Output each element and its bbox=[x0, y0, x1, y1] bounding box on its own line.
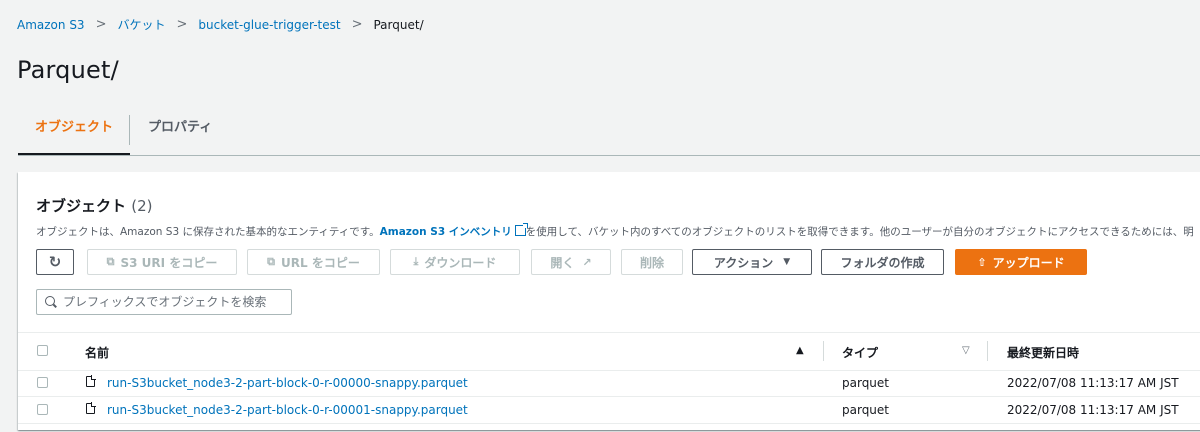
refresh-icon: ↻ bbox=[48, 253, 62, 271]
tab-divider bbox=[129, 115, 130, 145]
object-name-link[interactable]: run-S3bucket_node3-2-part-block-0-r-0000… bbox=[107, 376, 468, 390]
select-all-checkbox[interactable] bbox=[37, 345, 48, 356]
inventory-link[interactable]: Amazon S3 インベントリ bbox=[380, 226, 512, 238]
upload-button[interactable]: ⇧ アップロード bbox=[955, 249, 1087, 275]
download-label: ダウンロード bbox=[424, 255, 497, 270]
sort-indicator-icon[interactable]: ▽ bbox=[962, 345, 970, 356]
copy-url-label: URL をコピー bbox=[281, 255, 360, 270]
page-title: Parquet/ bbox=[17, 56, 119, 84]
breadcrumb: Amazon S3 > バケット > bucket-glue-trigger-t… bbox=[17, 16, 424, 33]
chevron-right-icon: > bbox=[176, 17, 188, 32]
objects-count: (2) bbox=[131, 197, 153, 215]
table-row: run-S3bucket_node3-2-part-block-0-r-0000… bbox=[18, 397, 1200, 424]
column-separator bbox=[987, 341, 988, 361]
external-link-icon bbox=[514, 223, 528, 236]
actions-dropdown[interactable]: アクション ▼ bbox=[692, 249, 812, 275]
tab-objects[interactable]: オブジェクト bbox=[18, 113, 130, 155]
file-icon bbox=[86, 402, 96, 414]
table-header: 名前 ▲ タイプ ▽ 最終更新日時 bbox=[18, 332, 1200, 371]
objects-title: オブジェクト bbox=[36, 197, 127, 215]
tab-properties[interactable]: プロパティ bbox=[148, 113, 212, 153]
create-folder-button[interactable]: フォルダの作成 bbox=[821, 249, 944, 275]
search-icon bbox=[45, 296, 55, 306]
caret-down-icon: ▼ bbox=[783, 257, 791, 267]
column-header-name[interactable]: 名前 bbox=[85, 344, 109, 361]
objects-header: オブジェクト (2) bbox=[36, 195, 153, 216]
search-box bbox=[36, 289, 292, 315]
file-icon bbox=[86, 375, 96, 387]
table-row: run-S3bucket_node3-2-part-block-0-r-0000… bbox=[18, 370, 1200, 397]
search-input[interactable] bbox=[63, 292, 283, 312]
breadcrumb-item-bucket[interactable]: bucket-glue-trigger-test bbox=[198, 18, 340, 32]
object-type: parquet bbox=[842, 376, 890, 390]
copy-icon: ⧉ bbox=[267, 255, 276, 268]
column-separator bbox=[823, 341, 824, 361]
delete-button[interactable]: 削除 bbox=[621, 249, 683, 275]
objects-description: オブジェクトは、Amazon S3 に保存された基本的なエンティティです。Ama… bbox=[36, 223, 1194, 239]
column-header-last-modified[interactable]: 最終更新日時 bbox=[1007, 344, 1079, 361]
create-folder-label: フォルダの作成 bbox=[840, 255, 925, 270]
object-last-modified: 2022/07/08 11:13:17 AM JST bbox=[1007, 376, 1179, 390]
breadcrumb-item-s3[interactable]: Amazon S3 bbox=[17, 18, 85, 32]
column-header-type[interactable]: タイプ bbox=[842, 344, 878, 361]
description-text-post: を使用して、バケット内のすべてのオブジェクトのリストを取得できます。他のユーザー… bbox=[525, 226, 1194, 238]
delete-label: 削除 bbox=[639, 255, 664, 270]
upload-label: アップロード bbox=[992, 255, 1065, 270]
external-link-icon: ↗ bbox=[582, 255, 592, 269]
object-name-link[interactable]: run-S3bucket_node3-2-part-block-0-r-0000… bbox=[107, 403, 468, 417]
copy-s3-uri-button[interactable]: ⧉ S3 URI をコピー bbox=[87, 249, 237, 275]
row-checkbox[interactable] bbox=[37, 404, 48, 415]
object-last-modified: 2022/07/08 11:13:17 AM JST bbox=[1007, 403, 1179, 417]
download-icon: ⤓ bbox=[413, 255, 419, 268]
chevron-right-icon: > bbox=[351, 17, 363, 32]
copy-icon: ⧉ bbox=[106, 255, 115, 268]
breadcrumb-item-buckets[interactable]: バケット bbox=[117, 16, 165, 33]
sort-ascending-icon[interactable]: ▲ bbox=[796, 345, 804, 356]
actions-label: アクション bbox=[713, 255, 774, 270]
description-text-pre: オブジェクトは、Amazon S3 に保存された基本的なエンティティです。 bbox=[36, 226, 380, 238]
download-button[interactable]: ⤓ ダウンロード bbox=[390, 249, 520, 275]
tab-bar: オブジェクト プロパティ bbox=[18, 113, 1200, 156]
breadcrumb-current: Parquet/ bbox=[373, 17, 424, 32]
open-label: 開く bbox=[550, 255, 575, 270]
chevron-right-icon: > bbox=[95, 17, 107, 32]
copy-s3-uri-label: S3 URI をコピー bbox=[120, 255, 218, 270]
row-checkbox[interactable] bbox=[37, 377, 48, 388]
objects-panel: オブジェクト (2) オブジェクトは、Amazon S3 に保存された基本的なエ… bbox=[18, 172, 1200, 430]
copy-url-button[interactable]: ⧉ URL をコピー bbox=[247, 249, 380, 275]
upload-icon: ⇧ bbox=[977, 255, 987, 269]
refresh-button[interactable]: ↻ bbox=[36, 249, 74, 275]
object-type: parquet bbox=[842, 403, 890, 417]
open-button[interactable]: 開く ↗ bbox=[531, 249, 611, 275]
